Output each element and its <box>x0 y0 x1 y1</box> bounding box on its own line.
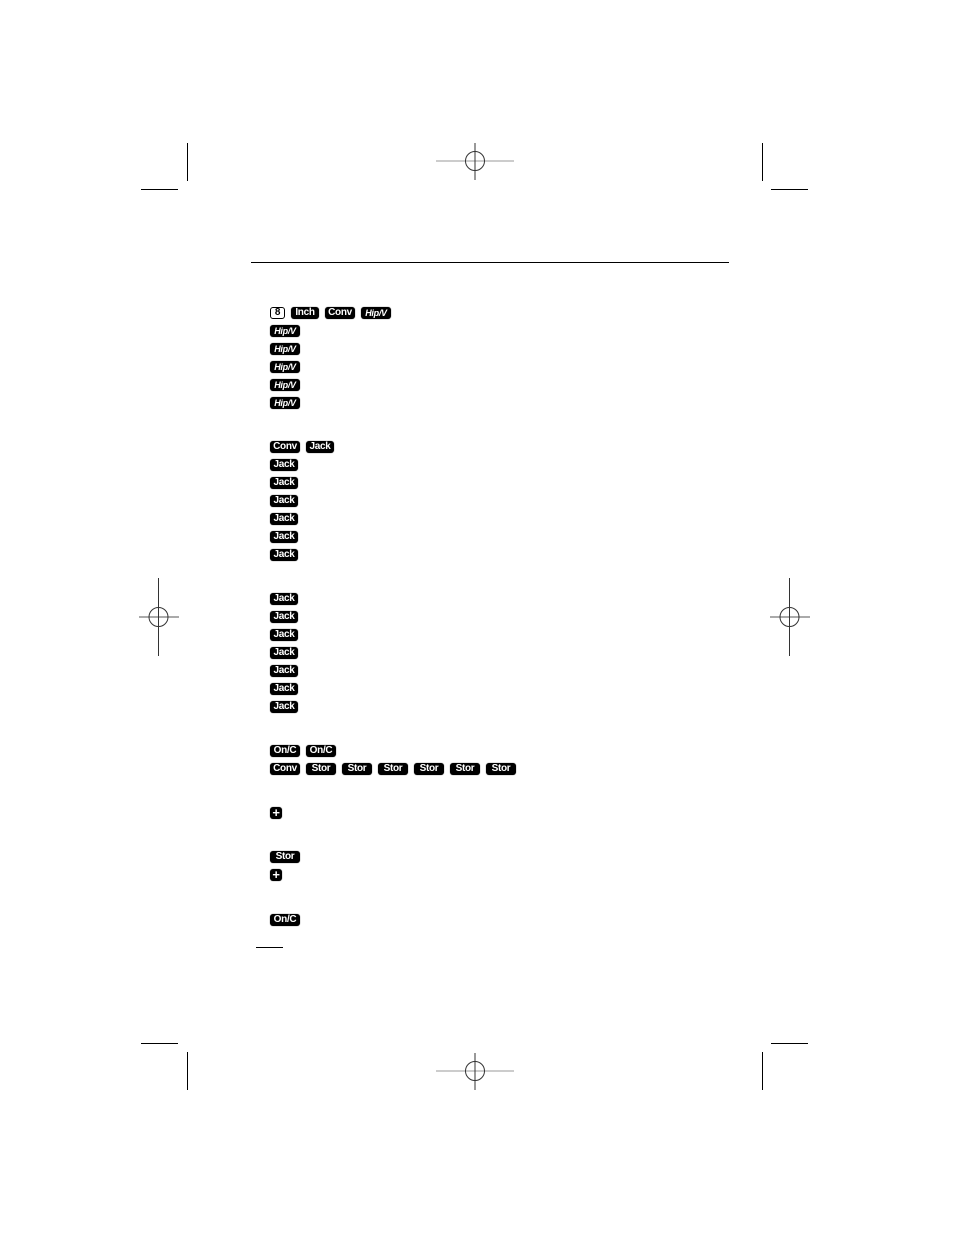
key-sequence-row: Hip/V <box>270 342 300 356</box>
stor-key-icon: Stor <box>270 851 300 863</box>
hip-v-key-icon: Hip/V <box>270 379 300 391</box>
jack-key-icon: Jack <box>270 477 298 489</box>
conv-key-icon: Conv <box>270 441 300 453</box>
jack-key-icon: Jack <box>270 531 298 543</box>
8-key-icon: 8 <box>270 307 285 319</box>
key-sequence-row: Jack <box>270 628 298 642</box>
key-sequence-row: Jack <box>270 548 298 562</box>
key-sequence-row: Conv Jack <box>270 440 334 454</box>
stor-key-icon: Stor <box>450 763 480 775</box>
jack-key-icon: Jack <box>270 683 298 695</box>
conv-key-icon: Conv <box>325 307 355 319</box>
key-sequence-row: Conv Stor Stor Stor Stor Stor Stor <box>270 762 516 776</box>
key-sequence-row: Jack <box>270 592 298 606</box>
stor-key-icon: Stor <box>486 763 516 775</box>
on-c-key-icon: On/C <box>270 745 300 757</box>
jack-key-icon: Jack <box>270 549 298 561</box>
stor-key-icon: Stor <box>306 763 336 775</box>
registration-mark-top-icon <box>436 143 514 180</box>
crop-mark-top-left-vertical <box>187 143 188 181</box>
key-sequence-row: Jack <box>270 610 298 624</box>
key-sequence-row: Jack <box>270 664 298 678</box>
key-sequence-row: Jack <box>270 512 298 526</box>
key-sequence-row: On/C On/C <box>270 744 336 758</box>
key-sequence-row: Jack <box>270 458 298 472</box>
jack-key-icon: Jack <box>270 665 298 677</box>
jack-key-icon: Jack <box>306 441 334 453</box>
header-rule <box>251 262 729 263</box>
stor-key-icon: Stor <box>414 763 444 775</box>
plus-key-icon: + <box>270 806 282 819</box>
footer-rule <box>256 947 283 948</box>
plus-key-icon: + <box>270 868 282 881</box>
stor-key-icon: Stor <box>342 763 372 775</box>
jack-key-icon: Jack <box>270 495 298 507</box>
on-c-key-icon: On/C <box>306 745 336 757</box>
key-sequence-row: Jack <box>270 646 298 660</box>
jack-key-icon: Jack <box>270 459 298 471</box>
key-sequence-row: + <box>270 806 282 820</box>
key-sequence-row: Hip/V <box>270 360 300 374</box>
key-sequence-row: Jack <box>270 494 298 508</box>
on-c-key-icon: On/C <box>270 914 300 926</box>
key-sequence-row: On/C <box>270 913 300 927</box>
key-sequence-row: Jack <box>270 476 298 490</box>
jack-key-icon: Jack <box>270 647 298 659</box>
inch-key-icon: Inch <box>291 307 319 319</box>
key-sequence-row: Jack <box>270 682 298 696</box>
key-sequence-row: Stor <box>270 850 300 864</box>
crop-mark-top-left-horizontal <box>141 189 178 190</box>
registration-mark-right-icon <box>770 578 810 656</box>
registration-mark-left-icon <box>139 578 179 656</box>
registration-mark-bottom-icon <box>436 1053 514 1090</box>
jack-key-icon: Jack <box>270 513 298 525</box>
hip-v-key-icon: Hip/V <box>270 397 300 409</box>
hip-v-key-icon: Hip/V <box>270 361 300 373</box>
conv-key-icon: Conv <box>270 763 300 775</box>
key-sequence-row: Jack <box>270 530 298 544</box>
jack-key-icon: Jack <box>270 701 298 713</box>
key-sequence-row: Hip/V <box>270 324 300 338</box>
jack-key-icon: Jack <box>270 593 298 605</box>
key-sequence-row: Hip/V <box>270 396 300 410</box>
jack-key-icon: Jack <box>270 629 298 641</box>
jack-key-icon: Jack <box>270 611 298 623</box>
hip-v-key-icon: Hip/V <box>270 325 300 337</box>
hip-v-key-icon: Hip/V <box>361 307 391 319</box>
crop-mark-bottom-left-horizontal <box>141 1043 178 1044</box>
crop-mark-bottom-right-vertical <box>762 1052 763 1090</box>
crop-mark-top-right-vertical <box>762 143 763 181</box>
key-sequence-row: + <box>270 868 282 882</box>
hip-v-key-icon: Hip/V <box>270 343 300 355</box>
crop-mark-bottom-right-horizontal <box>771 1043 808 1044</box>
stor-key-icon: Stor <box>378 763 408 775</box>
crop-mark-top-right-horizontal <box>771 189 808 190</box>
key-sequence-row: Hip/V <box>270 378 300 392</box>
key-sequence-row: Jack <box>270 700 298 714</box>
key-sequence-row: 8 Inch Conv Hip/V <box>270 306 391 320</box>
crop-mark-bottom-left-vertical <box>187 1052 188 1090</box>
